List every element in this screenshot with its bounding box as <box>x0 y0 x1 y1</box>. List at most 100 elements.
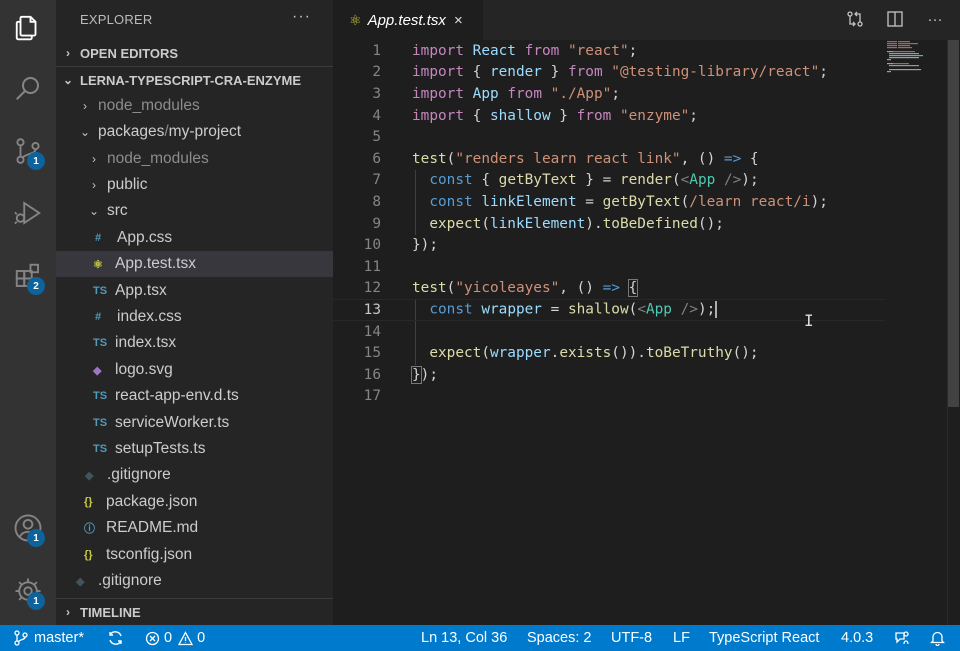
tree-item-app-css[interactable]: # App.css <box>56 225 333 251</box>
code-line: 7 const { getByText } = render(<App />); <box>333 170 885 192</box>
tree-item-label: node_modules <box>98 97 200 114</box>
extensions-badge: 2 <box>27 277 45 295</box>
sync-button[interactable] <box>107 625 124 651</box>
minimap[interactable] <box>885 40 947 80</box>
typescript-version-status[interactable]: 4.0.3 <box>841 625 873 651</box>
line-number: 9 <box>372 215 381 232</box>
tree-item-app-test-tsx[interactable]: ⚛ App.test.tsx <box>56 251 333 277</box>
tree-item-label: App.tsx <box>115 282 167 299</box>
accounts-activity-button[interactable] <box>0 500 56 556</box>
run-debug-activity-button[interactable] <box>0 185 56 241</box>
tree-item-node-modules-root[interactable]: › node_modules <box>56 93 333 119</box>
tree-item-app-tsx[interactable]: TS App.tsx <box>56 278 333 304</box>
code-line: 6 test("renders learn react link", () => … <box>333 148 885 170</box>
line-number: 3 <box>372 85 381 102</box>
tree-item-service-worker[interactable]: TS serviceWorker.ts <box>56 410 333 436</box>
tree-item-gitignore-project[interactable]: ◆ .gitignore <box>56 462 333 488</box>
tree-item-label: index.tsx <box>115 334 177 351</box>
line-number: 14 <box>363 323 381 340</box>
source-control-activity-button[interactable] <box>0 123 56 179</box>
tree-item-package-json[interactable]: {} package.json <box>56 489 333 515</box>
tab-label: App.test.tsx <box>367 11 446 29</box>
open-changes-icon[interactable] <box>846 10 864 28</box>
branch-status[interactable]: master* <box>14 625 84 651</box>
sync-icon <box>109 631 122 645</box>
code-line: 4 import { shallow } from "enzyme"; <box>333 105 885 127</box>
tree-item-gitignore-root[interactable]: ◆ .gitignore <box>56 568 333 594</box>
tree-item-index-css[interactable]: # index.css <box>56 304 333 330</box>
encoding-status[interactable]: UTF-8 <box>611 625 652 651</box>
code-line: 16}); <box>333 364 885 386</box>
timeline-label: TIMELINE <box>80 604 141 620</box>
open-editors-section-header[interactable]: › OPEN EDITORS <box>56 40 333 66</box>
search-icon <box>16 77 39 100</box>
tree-item-index-tsx[interactable]: TS index.tsx <box>56 330 333 356</box>
notifications-button[interactable] <box>930 625 945 651</box>
tree-item-tsconfig[interactable]: {} tsconfig.json <box>56 542 333 568</box>
project-section-header[interactable]: ⌄ LERNA-TYPESCRIPT-CRA-ENZYME <box>56 67 333 93</box>
feedback-button[interactable] <box>894 625 910 651</box>
accounts-badge: 1 <box>27 529 45 547</box>
chevron-right-icon: › <box>92 178 96 192</box>
code-text: const wrapper = shallow(<App />); <box>429 301 718 319</box>
code-line: 12 test("yicoleayes", () => { <box>333 278 885 300</box>
tree-item-label: .gitignore <box>98 572 162 589</box>
more-actions-icon[interactable]: ··· <box>926 10 944 28</box>
branch-name: master* <box>34 630 84 646</box>
scrollbar-thumb[interactable] <box>948 40 959 407</box>
chevron-down-icon: ⌄ <box>79 125 91 139</box>
code-text: expect(wrapper.exists()).toBeTruthy(); <box>429 345 759 362</box>
split-editor-icon[interactable] <box>886 10 904 28</box>
explorer-activity-button[interactable] <box>0 0 56 56</box>
more-actions-icon[interactable]: ··· <box>292 8 311 26</box>
tree-item-setup-tests[interactable]: TS setupTests.ts <box>56 436 333 462</box>
cursor-position-status[interactable]: Ln 13, Col 36 <box>421 625 507 651</box>
code-text: expect(linkElement).toBeDefined(); <box>429 215 724 232</box>
search-activity-button[interactable] <box>0 60 56 116</box>
tree-item-logo-svg[interactable]: ◆ logo.svg <box>56 357 333 383</box>
code-line: 15 expect(wrapper.exists()).toBeTruthy()… <box>333 342 885 364</box>
line-number: 17 <box>363 388 381 405</box>
css-file-icon: # <box>95 232 102 244</box>
code-editor[interactable]: 1 import React from "react"; 2 import { re… <box>333 40 960 625</box>
tree-item-readme[interactable]: ⓘ README.md <box>56 515 333 541</box>
files-icon <box>15 15 37 41</box>
eol-status[interactable]: LF <box>673 625 690 651</box>
problems-status[interactable]: 0 0 <box>145 625 205 651</box>
tree-item-label: package.json <box>106 493 198 510</box>
tree-item-react-app-env[interactable]: TS react-app-env.d.ts <box>56 383 333 409</box>
bell-icon <box>930 631 945 646</box>
tree-item-packages-my-project[interactable]: ⌄ packages / my-project <box>56 119 333 145</box>
tree-item-node-modules[interactable]: › node_modules <box>56 146 333 172</box>
code-text: const { getByText } = render(<App />); <box>429 172 759 189</box>
code-text: }); <box>412 237 438 254</box>
tree-item-label: src <box>107 202 128 219</box>
code-line: 9 expect(linkElement).toBeDefined(); <box>333 213 885 235</box>
tree-item-label: App.css <box>117 229 173 246</box>
tree-item-label: setupTests.ts <box>115 440 206 457</box>
typescript-file-icon: TS <box>93 285 108 297</box>
code-text: test("yicoleayes", () => { <box>412 279 639 298</box>
close-icon[interactable]: × <box>454 12 463 29</box>
settings-activity-button[interactable] <box>0 563 56 619</box>
timeline-section-header[interactable]: › TIMELINE <box>56 599 333 625</box>
code-line: 5 <box>333 126 885 148</box>
sidebar-title: EXPLORER <box>80 12 153 27</box>
text-cursor <box>715 301 718 319</box>
code-line: 11 <box>333 256 885 278</box>
tree-item-label: serviceWorker.ts <box>115 414 230 431</box>
language-mode-status[interactable]: TypeScript React <box>709 625 819 651</box>
tree-item-label: public <box>107 176 148 193</box>
tab-app-test-tsx[interactable]: ⚛ App.test.tsx × <box>333 0 483 40</box>
line-number: 2 <box>372 64 381 81</box>
mouse-ibeam-cursor-icon: I <box>804 311 814 330</box>
vertical-scrollbar[interactable] <box>947 40 960 625</box>
line-number: 12 <box>363 280 381 297</box>
tree-item-public[interactable]: › public <box>56 172 333 198</box>
code-line: 10}); <box>333 234 885 256</box>
extensions-activity-button[interactable] <box>0 248 56 304</box>
tree-item-label: react-app-env.d.ts <box>115 387 239 404</box>
editor-tab-bar: ⚛ App.test.tsx × ··· <box>333 0 960 40</box>
indentation-status[interactable]: Spaces: 2 <box>527 625 592 651</box>
tree-item-src[interactable]: ⌄ src <box>56 198 333 224</box>
